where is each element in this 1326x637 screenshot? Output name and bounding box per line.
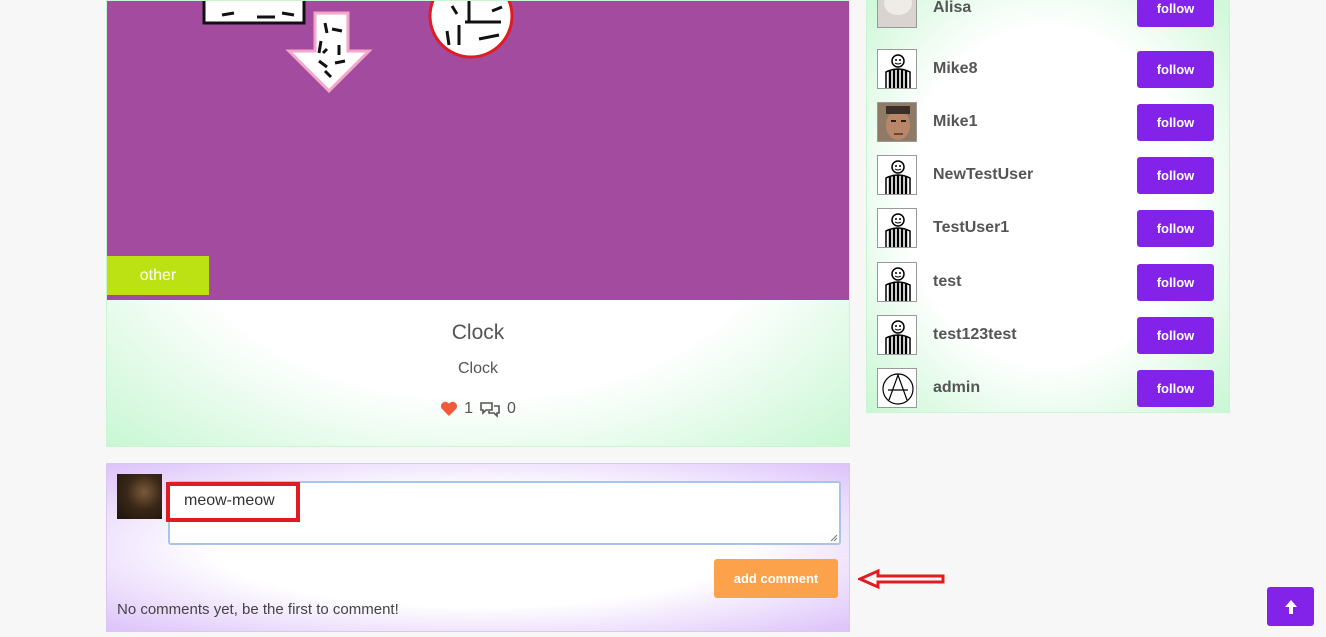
scroll-to-top-button[interactable]	[1267, 587, 1314, 626]
user-avatar[interactable]	[877, 262, 917, 302]
user-avatar[interactable]	[877, 0, 917, 28]
comments-count: 0	[507, 400, 516, 417]
post-image[interactable]: other	[107, 1, 849, 300]
user-name[interactable]: test	[933, 273, 1137, 291]
comment-panel: add comment No comments yet, be the firs…	[106, 463, 850, 632]
user-avatar[interactable]	[877, 368, 917, 408]
post-title[interactable]: Clock	[107, 321, 849, 345]
follow-button[interactable]: follow	[1137, 103, 1214, 141]
follow-button[interactable]: follow	[1137, 209, 1214, 247]
comments-icon[interactable]	[479, 400, 501, 418]
category-badge[interactable]: other	[107, 256, 209, 295]
user-name[interactable]: admin	[933, 379, 1137, 397]
arrow-up-icon	[1284, 599, 1297, 614]
heart-icon[interactable]	[440, 401, 458, 417]
follow-button[interactable]: follow	[1137, 50, 1214, 88]
anarchy-symbol-avatar-icon	[878, 369, 916, 407]
striped-figure-avatar-icon	[885, 213, 911, 247]
post-description: Clock	[457, 360, 498, 377]
user-row: Mike1 follow	[877, 102, 1217, 142]
user-avatar[interactable]	[877, 102, 917, 142]
likes-count: 1	[464, 400, 473, 417]
striped-figure-avatar-icon	[885, 160, 911, 194]
photo-avatar-light-icon	[878, 0, 916, 27]
user-name[interactable]: test123test	[933, 326, 1137, 344]
user-name[interactable]: NewTestUser	[933, 166, 1137, 184]
user-row: test123test follow	[877, 315, 1217, 355]
follow-button[interactable]: follow	[1137, 369, 1214, 407]
likes-stat[interactable]: 1	[440, 400, 473, 418]
resize-grip-icon[interactable]	[830, 534, 838, 542]
comment-input[interactable]	[168, 481, 841, 545]
post-card: other Clock Clock 1 0	[106, 0, 850, 447]
annotation-arrow-icon	[858, 568, 945, 590]
user-name[interactable]: Alisa	[933, 0, 1137, 17]
follow-button[interactable]: follow	[1137, 156, 1214, 194]
comments-stat[interactable]: 0	[479, 400, 516, 418]
user-name[interactable]: Mike1	[933, 113, 1137, 131]
striped-figure-avatar-icon	[885, 54, 911, 88]
follow-button[interactable]: follow	[1137, 263, 1214, 301]
user-row: NewTestUser follow	[877, 155, 1217, 195]
user-avatar[interactable]	[877, 155, 917, 195]
user-row: Mike8 follow	[877, 49, 1217, 89]
user-name[interactable]: TestUser1	[933, 219, 1137, 237]
post-stats: 1 0	[107, 400, 849, 418]
follow-button[interactable]: follow	[1137, 0, 1214, 27]
clock-drawing	[202, 1, 514, 94]
user-row: admin follow	[877, 368, 1217, 408]
photo-avatar-face-icon	[878, 103, 916, 141]
user-avatar[interactable]	[877, 208, 917, 248]
users-panel: Alisa follow Mike8 follow Mike1 follow NewTest…	[866, 0, 1230, 413]
user-row: Alisa follow	[877, 0, 1217, 28]
current-user-avatar	[117, 474, 162, 519]
striped-figure-avatar-icon	[885, 267, 911, 301]
add-comment-button[interactable]: add comment	[714, 559, 838, 598]
user-row: TestUser1 follow	[877, 208, 1217, 248]
user-row: test follow	[877, 262, 1217, 302]
striped-figure-avatar-icon	[885, 320, 911, 354]
follow-button[interactable]: follow	[1137, 316, 1214, 354]
user-name[interactable]: Mike8	[933, 60, 1137, 78]
user-avatar[interactable]	[877, 49, 917, 89]
user-avatar[interactable]	[877, 315, 917, 355]
no-comments-text: No comments yet, be the first to comment…	[117, 601, 399, 618]
